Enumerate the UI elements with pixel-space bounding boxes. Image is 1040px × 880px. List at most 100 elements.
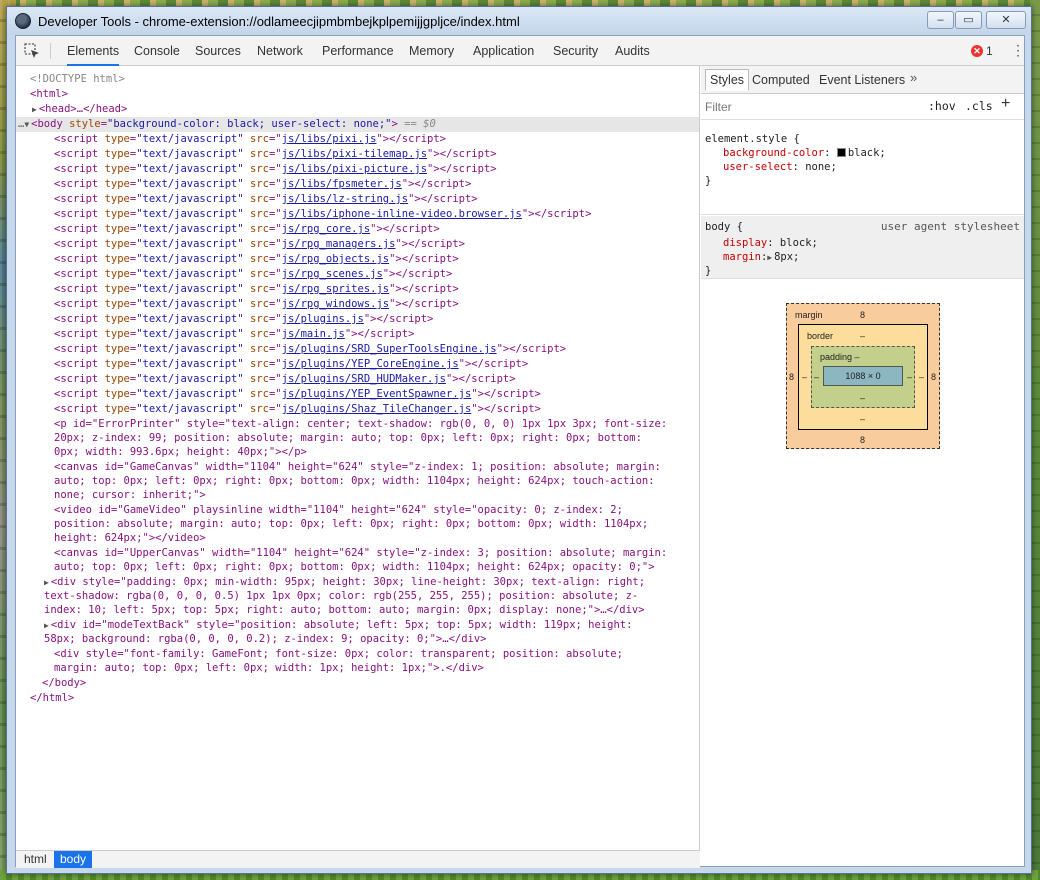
box-model-padding-bottom[interactable]: – <box>860 393 865 403</box>
tab-console[interactable]: Console <box>134 36 180 66</box>
script-tag-line[interactable]: <script type="text/javascript" src="js/r… <box>54 297 459 312</box>
tab-security[interactable]: Security <box>553 36 598 66</box>
tab-network[interactable]: Network <box>257 36 303 66</box>
script-src-link[interactable]: js/rpg_objects.js <box>282 253 389 265</box>
error-printer-line-2[interactable]: 20px; z-index: 99; position: absolute; m… <box>54 431 642 446</box>
html-close-tag[interactable]: </html> <box>30 691 74 706</box>
script-tag-line[interactable]: <script type="text/javascript" src="js/r… <box>54 267 452 282</box>
expand-triangle-icon[interactable]: ▶ <box>767 253 772 262</box>
upper-canvas-line-1[interactable]: <canvas id="UpperCanvas" width="1104" he… <box>54 546 667 561</box>
script-tag-line[interactable]: <script type="text/javascript" src="js/p… <box>54 402 541 417</box>
ua-rule-selector[interactable]: body { <box>705 220 743 234</box>
inspect-element-icon[interactable] <box>24 43 40 59</box>
game-canvas-line-2[interactable]: auto; top: 0px; left: 0px; right: 0px; b… <box>54 474 655 489</box>
minimize-button[interactable]: ‒ <box>927 11 954 29</box>
script-tag-line[interactable]: <script type="text/javascript" src="js/r… <box>54 282 459 297</box>
tab-event-listeners[interactable]: Event Listeners <box>819 73 905 87</box>
ua-prop-margin[interactable]: margin:▶ 8px; <box>723 250 799 265</box>
title-bar[interactable]: Developer Tools - chrome-extension://odl… <box>7 7 1031 35</box>
breadcrumb-html[interactable]: html <box>18 851 53 868</box>
script-tag-line[interactable]: <script type="text/javascript" src="js/p… <box>54 312 433 327</box>
tab-application[interactable]: Application <box>473 36 534 66</box>
tab-performance[interactable]: Performance <box>322 36 394 66</box>
div-fps-line-2[interactable]: text-shadow: rgba(0, 0, 0, 0.5) 1px 1px … <box>44 589 638 604</box>
div-fps-line-1[interactable]: ▶ <div style="padding: 0px; min-width: 95… <box>44 575 645 590</box>
tab-elements[interactable]: Elements <box>67 36 120 66</box>
script-src-link[interactable]: js/libs/fpsmeter.js <box>282 178 402 190</box>
game-video-line-3[interactable]: height: 624px;"></video> <box>54 531 206 546</box>
styles-filter-input[interactable] <box>705 99 905 115</box>
script-tag-line[interactable]: <script type="text/javascript" src="js/p… <box>54 372 516 387</box>
tab-sources[interactable]: Sources <box>195 36 241 66</box>
maximize-button[interactable]: ▭ <box>955 11 982 29</box>
element-style-prop-2[interactable]: user-select: none; <box>723 160 837 174</box>
script-src-link[interactable]: js/rpg_scenes.js <box>282 268 383 280</box>
collapsed-triangle-icon[interactable]: ▶ <box>44 621 49 630</box>
error-printer-line-3[interactable]: 0px; width: 993.6px; height: 40px;"></p> <box>54 445 307 460</box>
script-src-link[interactable]: js/plugins/YEP_EventSpawner.js <box>282 388 472 400</box>
script-tag-line[interactable]: <script type="text/javascript" src="js/r… <box>54 222 440 237</box>
game-canvas-line-3[interactable]: none; cursor: inherit;"> <box>54 488 206 503</box>
script-src-link[interactable]: js/plugins.js <box>282 313 364 325</box>
script-tag-line[interactable]: <script type="text/javascript" src="js/l… <box>54 192 478 207</box>
expanded-triangle-icon[interactable]: ▼ <box>24 120 29 129</box>
script-src-link[interactable]: js/plugins/YEP_CoreEngine.js <box>282 358 459 370</box>
script-tag-line[interactable]: <script type="text/javascript" src="js/l… <box>54 132 446 147</box>
new-rule-button[interactable]: + <box>1001 95 1010 113</box>
body-node[interactable]: …▼ <body style="background-color: black; … <box>18 117 436 132</box>
collapsed-triangle-icon[interactable]: ▶ <box>44 578 49 587</box>
script-tag-line[interactable]: <script type="text/javascript" src="js/p… <box>54 357 528 372</box>
more-tabs-icon[interactable]: » <box>910 70 917 85</box>
script-src-link[interactable]: js/libs/pixi-tilemap.js <box>282 148 427 160</box>
script-tag-line[interactable]: <script type="text/javascript" src="js/l… <box>54 147 497 162</box>
box-model-padding-left[interactable]: – <box>814 372 819 382</box>
script-tag-line[interactable]: <script type="text/javascript" src="js/l… <box>54 177 471 192</box>
script-src-link[interactable]: js/plugins/SRD_SuperToolsEngine.js <box>282 343 497 355</box>
box-model-padding-right[interactable]: – <box>907 372 912 382</box>
gamefont-div-line-2[interactable]: margin: auto; top: 0px; left: 0px; width… <box>54 661 484 676</box>
tab-memory[interactable]: Memory <box>409 36 454 66</box>
script-src-link[interactable]: js/libs/lz-string.js <box>282 193 408 205</box>
script-tag-line[interactable]: <script type="text/javascript" src="js/l… <box>54 162 497 177</box>
game-video-line-1[interactable]: <video id="GameVideo" playsinline width=… <box>54 503 623 518</box>
html-open-tag[interactable]: <html> <box>30 87 68 102</box>
more-options-icon[interactable]: ⋮ <box>1011 42 1025 58</box>
color-swatch-icon[interactable] <box>836 148 846 157</box>
element-style-prop-1[interactable]: background-color: black; <box>723 146 886 160</box>
script-src-link[interactable]: js/plugins/SRD_HUDMaker.js <box>282 373 446 385</box>
body-close-tag[interactable]: </body> <box>42 676 86 691</box>
breadcrumb-body[interactable]: body <box>54 851 93 868</box>
script-tag-line[interactable]: <script type="text/javascript" src="js/r… <box>54 237 465 252</box>
script-src-link[interactable]: js/rpg_windows.js <box>282 298 389 310</box>
script-src-link[interactable]: js/plugins/Shaz_TileChanger.js <box>282 403 472 415</box>
box-model-margin-bottom[interactable]: 8 <box>860 435 865 445</box>
error-icon[interactable]: ✕ <box>971 45 983 57</box>
element-style-selector[interactable]: element.style { <box>705 132 800 146</box>
script-src-link[interactable]: js/rpg_managers.js <box>282 238 396 250</box>
box-model-border-top[interactable]: – <box>860 331 865 341</box>
error-printer-line-1[interactable]: <p id="ErrorPrinter" style="text-align: … <box>54 417 667 432</box>
close-button[interactable]: ✕ <box>986 11 1026 29</box>
box-model-margin-top[interactable]: 8 <box>860 310 865 320</box>
script-src-link[interactable]: js/main.js <box>282 328 345 340</box>
script-tag-line[interactable]: <script type="text/javascript" src="js/m… <box>54 327 414 342</box>
collapsed-triangle-icon[interactable]: ▶ <box>32 105 37 114</box>
hov-toggle[interactable]: :hov <box>928 99 956 113</box>
upper-canvas-line-2[interactable]: auto; top: 0px; left: 0px; right: 0px; b… <box>54 560 655 575</box>
script-src-link[interactable]: js/libs/pixi.js <box>282 133 377 145</box>
game-canvas-line-1[interactable]: <canvas id="GameCanvas" width="1104" hei… <box>54 460 661 475</box>
script-src-link[interactable]: js/rpg_sprites.js <box>282 283 389 295</box>
div-fps-line-3[interactable]: index: 10; left: 5px; top: 5px; right: a… <box>44 603 645 618</box>
box-model-border-bottom[interactable]: – <box>860 414 865 424</box>
script-tag-line[interactable]: <script type="text/javascript" src="js/r… <box>54 252 459 267</box>
tab-styles[interactable]: Styles <box>705 69 750 91</box>
tab-computed[interactable]: Computed <box>752 73 810 87</box>
mode-text-back-line-2[interactable]: 58px; background: rgba(0, 0, 0, 0.2); z-… <box>44 632 487 647</box>
mode-text-back-line-1[interactable]: ▶ <div id="modeTextBack" style="position:… <box>44 618 632 633</box>
box-model-border-left[interactable]: – <box>802 372 807 382</box>
box-model-border-right[interactable]: – <box>919 372 924 382</box>
error-count[interactable]: 1 <box>986 44 993 58</box>
head-node[interactable]: ▶ <head>…</head> <box>32 102 127 117</box>
cls-toggle[interactable]: .cls <box>965 99 993 113</box>
game-video-line-2[interactable]: position: absolute; margin: auto; top: 0… <box>54 517 648 532</box>
